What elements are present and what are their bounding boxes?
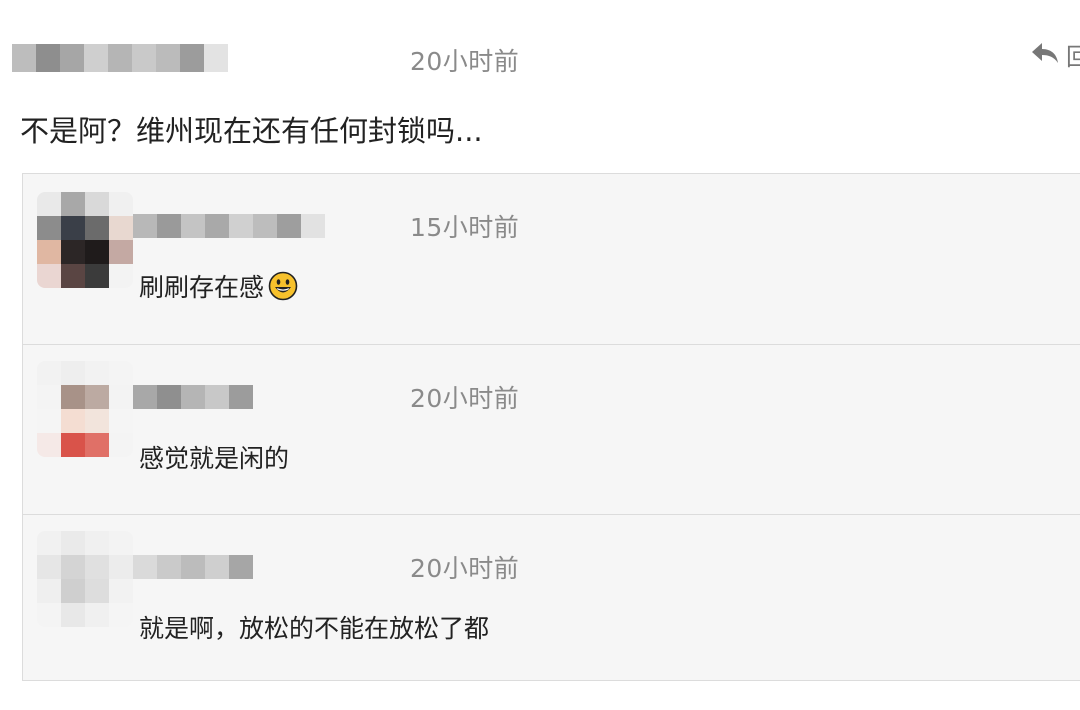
avatar[interactable] (37, 361, 133, 457)
reply-text-content: 刷刷存在感 (139, 273, 265, 302)
comment-thread: 20小时前 回 不是阿？维州现在还有任何封锁吗... 15小时前 刷刷存在感 2… (0, 0, 1080, 710)
grinning-face-emoji-icon (268, 271, 298, 301)
reply-text: 感觉就是闲的 (139, 439, 289, 475)
username-blurred[interactable] (12, 44, 228, 72)
reply-item: 15小时前 刷刷存在感 (23, 174, 1080, 344)
reply-timestamp: 20小时前 (410, 384, 520, 413)
replies-box: 15小时前 刷刷存在感 20小时前 感觉就是闲的 20小时前 就是啊，放松的不能… (22, 173, 1080, 681)
reply-text-content: 就是啊，放松的不能在放松了都 (139, 614, 490, 643)
reply-item: 20小时前 就是啊，放松的不能在放松了都 (23, 514, 1080, 685)
reply-button[interactable]: 回 (1030, 36, 1080, 72)
reply-text: 就是啊，放松的不能在放松了都 (139, 609, 489, 645)
reply-text: 刷刷存在感 (139, 268, 298, 304)
comment-timestamp: 20小时前 (410, 47, 520, 76)
reply-timestamp: 15小时前 (410, 213, 520, 242)
reply-item: 20小时前 感觉就是闲的 (23, 344, 1080, 515)
username-blurred[interactable] (133, 214, 329, 238)
avatar[interactable] (37, 531, 133, 627)
reply-text-content: 感觉就是闲的 (139, 444, 290, 473)
reply-label: 回 (1066, 42, 1080, 71)
username-blurred[interactable] (133, 555, 253, 579)
reply-timestamp: 20小时前 (410, 554, 520, 583)
avatar[interactable] (37, 192, 133, 288)
reply-arrow-icon (1032, 43, 1058, 63)
username-blurred[interactable] (133, 385, 253, 409)
comment-text: 不是阿？维州现在还有任何封锁吗... (20, 114, 483, 148)
